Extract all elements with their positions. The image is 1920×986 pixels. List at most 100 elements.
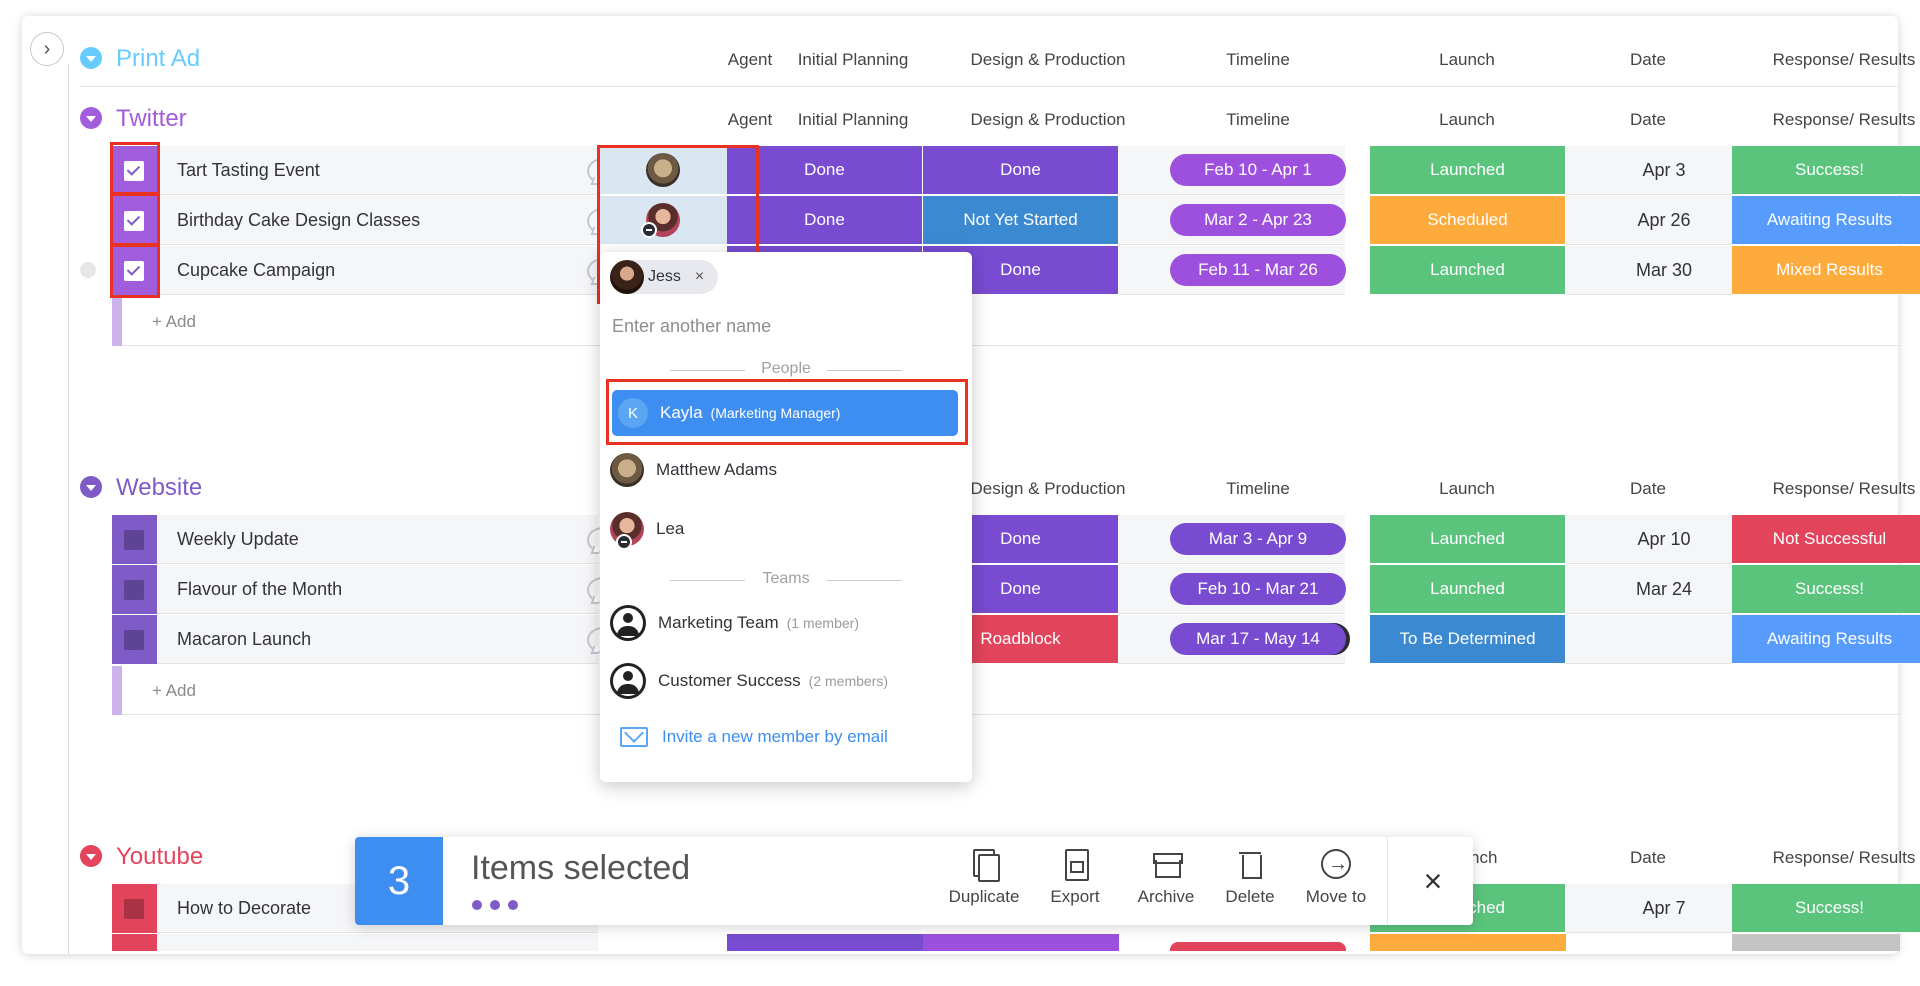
row-checkbox[interactable] xyxy=(124,211,144,231)
remove-chip-icon[interactable]: × xyxy=(695,268,704,286)
row-checkbox[interactable] xyxy=(124,630,144,650)
timeline-pill[interactable]: Feb 10 - Apr 1 xyxy=(1170,154,1346,186)
item-name-cell[interactable]: Macaron Launch xyxy=(157,615,619,664)
invite-by-email-link[interactable]: Invite a new member by email xyxy=(620,722,888,752)
item-name-cell[interactable]: Flavour of the Month xyxy=(157,565,619,614)
status-cell-design[interactable]: Done xyxy=(923,146,1119,195)
agent-cell[interactable] xyxy=(599,196,727,245)
timeline-pill[interactable]: Mar 2 - Apr 23 xyxy=(1170,204,1346,236)
team-option-customer-success[interactable]: Customer Success (2 members) xyxy=(610,658,960,704)
column-header-date[interactable]: Date xyxy=(1548,110,1748,130)
column-header-timeline[interactable]: Timeline xyxy=(1158,479,1358,499)
archive-button[interactable]: Archive xyxy=(1121,847,1211,919)
duplicate-button[interactable]: Duplicate xyxy=(939,847,1029,919)
status-cell-results[interactable]: Not Successful xyxy=(1732,515,1920,564)
table-row[interactable]: Macaron Launch Roadblock Mar 17 - May 14… xyxy=(112,615,1920,664)
column-header-date[interactable]: Date xyxy=(1548,50,1748,70)
table-row[interactable]: Cupcake Campaign Done Feb 11 - Mar 26 La… xyxy=(112,246,1920,295)
column-header-results[interactable]: Response/ Results xyxy=(1744,50,1920,70)
column-header-date[interactable]: Date xyxy=(1548,479,1748,499)
table-row[interactable]: Weekly Update Done Mar 3 - Apr 9 Launche… xyxy=(112,515,1920,564)
person-option-kayla[interactable]: K Kayla (Marketing Manager) xyxy=(612,390,958,436)
item-name[interactable]: Birthday Cake Design Classes xyxy=(177,210,420,231)
column-header-launch[interactable]: Launch xyxy=(1367,50,1567,70)
person-option-lea[interactable]: Lea xyxy=(610,506,960,552)
group-title[interactable]: Print Ad xyxy=(116,45,200,73)
column-header-results[interactable]: Response/ Results xyxy=(1744,848,1920,868)
status-cell-design[interactable]: Not Yet Started xyxy=(923,196,1119,245)
status-cell-planning[interactable]: Done xyxy=(727,146,923,195)
table-row[interactable]: Flavour of the Month Done Feb 10 - Mar 2… xyxy=(112,565,1920,614)
status-cell-launch[interactable]: Launched xyxy=(1370,246,1566,295)
status-cell-results[interactable]: Success! xyxy=(1732,565,1920,614)
move-to-button[interactable]: Move to xyxy=(1291,847,1381,919)
row-checkbox[interactable] xyxy=(124,899,144,919)
column-header-launch[interactable]: Launch xyxy=(1367,110,1567,130)
table-row[interactable]: Birthday Cake Design Classes Done Not Ye… xyxy=(112,196,1920,245)
timeline-pill[interactable]: Feb 11 - Mar 26 xyxy=(1170,254,1346,286)
item-name-cell[interactable]: Birthday Cake Design Classes xyxy=(157,196,619,245)
table-row[interactable]: Tart Tasting Event Done Done Feb 10 - Ap… xyxy=(112,146,1920,195)
expand-sidebar-button[interactable]: › xyxy=(30,32,64,66)
column-header-timeline[interactable]: Timeline xyxy=(1158,50,1358,70)
row-checkbox[interactable] xyxy=(124,261,144,281)
group-title[interactable]: Website xyxy=(116,474,202,502)
item-name[interactable]: Macaron Launch xyxy=(177,629,311,650)
group-collapse-icon[interactable] xyxy=(80,107,102,129)
status-cell-launch[interactable]: Scheduled xyxy=(1370,196,1566,245)
item-name[interactable]: Cupcake Campaign xyxy=(177,260,335,281)
group-title[interactable]: Twitter xyxy=(116,105,187,133)
status-cell-results[interactable]: Success! xyxy=(1732,884,1920,933)
row-checkbox[interactable] xyxy=(124,530,144,550)
column-header-results[interactable]: Response/ Results xyxy=(1744,110,1920,130)
status-cell-results[interactable]: Awaiting Results xyxy=(1732,615,1920,664)
item-name[interactable]: Tart Tasting Event xyxy=(177,160,320,181)
add-item-row[interactable]: + Add xyxy=(112,297,1900,346)
status-cell-results[interactable]: Mixed Results xyxy=(1732,246,1920,295)
status-cell-results[interactable]: Awaiting Results xyxy=(1732,196,1920,245)
agent-cell[interactable] xyxy=(599,146,727,195)
person-option-matthew-adams[interactable]: Matthew Adams xyxy=(610,447,960,493)
team-option-marketing[interactable]: Marketing Team (1 member) xyxy=(610,600,960,646)
delete-button[interactable]: Delete xyxy=(1205,847,1295,919)
column-header-design-production[interactable]: Design & Production xyxy=(948,50,1148,70)
item-name[interactable]: Weekly Update xyxy=(177,529,299,550)
person-search-input[interactable] xyxy=(612,312,952,340)
column-header-results[interactable]: Response/ Results xyxy=(1744,479,1920,499)
column-header-design-production[interactable]: Design & Production xyxy=(948,110,1148,130)
timeline-pill[interactable]: Mar 17 - May 14 xyxy=(1170,623,1346,655)
status-cell-planning[interactable]: Done xyxy=(727,196,923,245)
add-item-label[interactable]: + Add xyxy=(152,681,196,701)
selected-person-chip[interactable]: Jess × xyxy=(610,260,719,294)
column-header-timeline[interactable]: Timeline xyxy=(1158,110,1358,130)
group-title[interactable]: Youtube xyxy=(116,843,203,871)
status-cell-launch[interactable]: Launched xyxy=(1370,565,1566,614)
status-cell-launch[interactable]: Launched xyxy=(1370,146,1566,195)
add-item-label[interactable]: + Add xyxy=(152,312,196,332)
column-header-initial-planning[interactable]: Initial Planning xyxy=(753,50,953,70)
item-name-cell[interactable]: Weekly Update xyxy=(157,515,619,564)
column-header-design-production[interactable]: Design & Production xyxy=(948,479,1148,499)
group-collapse-icon[interactable] xyxy=(80,476,102,498)
item-name[interactable]: How to Decorate xyxy=(177,898,311,919)
item-name-cell[interactable]: Tart Tasting Event xyxy=(157,146,619,195)
column-header-launch[interactable]: nch xyxy=(1470,848,1530,868)
column-header-date[interactable]: Date xyxy=(1548,848,1748,868)
status-cell-launch[interactable]: To Be Determined xyxy=(1370,615,1566,664)
row-menu-icon[interactable] xyxy=(80,262,96,278)
close-icon[interactable]: × xyxy=(1413,861,1453,901)
status-cell-results[interactable]: Success! xyxy=(1732,146,1920,195)
item-name[interactable]: Flavour of the Month xyxy=(177,579,342,600)
column-header-initial-planning[interactable]: Initial Planning xyxy=(753,110,953,130)
group-collapse-icon[interactable] xyxy=(80,845,102,867)
item-name-cell[interactable]: Cupcake Campaign xyxy=(157,246,619,295)
row-checkbox[interactable] xyxy=(124,161,144,181)
group-collapse-icon[interactable] xyxy=(80,47,102,69)
column-header-launch[interactable]: Launch xyxy=(1367,479,1567,499)
status-cell-launch[interactable]: Launched xyxy=(1370,515,1566,564)
timeline-pill[interactable]: Mar 3 - Apr 9 xyxy=(1170,523,1346,555)
timeline-pill[interactable]: Feb 10 - Mar 21 xyxy=(1170,573,1346,605)
row-checkbox[interactable] xyxy=(124,580,144,600)
export-button[interactable]: Export xyxy=(1030,847,1120,919)
add-item-row[interactable]: + Add xyxy=(112,666,1900,715)
